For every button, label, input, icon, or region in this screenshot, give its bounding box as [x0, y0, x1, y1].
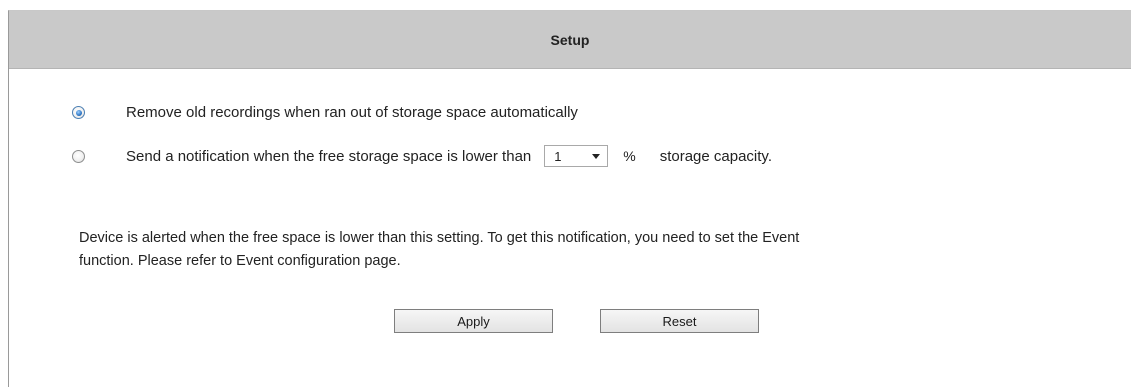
option-send-notification[interactable]: Send a notification when the free storag… — [72, 145, 772, 167]
info-line-1: Device is alerted when the free space is… — [79, 230, 800, 246]
panel-header: Setup — [9, 11, 1131, 69]
option-remove-old-recordings[interactable]: Remove old recordings when ran out of st… — [72, 104, 578, 121]
reset-button[interactable]: Reset — [600, 309, 759, 333]
threshold-value: 1 — [554, 148, 562, 164]
info-line-2: function. Please refer to Event configur… — [79, 253, 401, 269]
percent-symbol: % — [623, 148, 636, 164]
panel-title: Setup — [550, 31, 590, 48]
chevron-down-icon — [592, 153, 601, 159]
apply-button[interactable]: Apply — [394, 309, 553, 333]
setup-panel: Setup — [8, 10, 1131, 387]
threshold-select[interactable]: 1 — [544, 145, 609, 167]
remove-old-radio[interactable] — [72, 106, 85, 119]
storage-capacity-label: storage capacity. — [659, 147, 772, 165]
remove-old-label: Remove old recordings when ran out of st… — [126, 104, 578, 121]
info-text: Device is alerted when the free space is… — [79, 227, 1079, 273]
send-notification-label: Send a notification when the free storag… — [126, 147, 532, 165]
send-notification-radio[interactable] — [72, 149, 85, 163]
